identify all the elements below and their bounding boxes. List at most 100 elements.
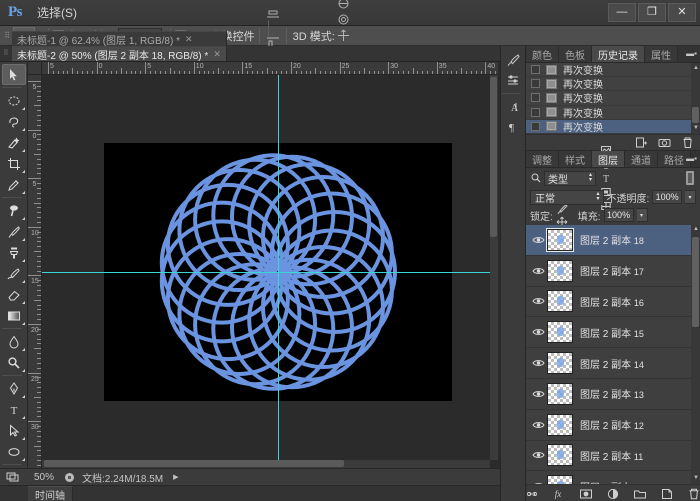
tool-flyout-triangle-icon[interactable]: [21, 170, 25, 173]
layer-filter-type-dropdown[interactable]: 类型 ▴ ▾: [544, 170, 596, 186]
document-tab-2[interactable]: 未标题-2 @ 50% (图层 2 副本 18, RGB/8) * ✕: [12, 46, 227, 62]
layer-name[interactable]: 图层 2 副本 18: [580, 232, 644, 247]
eraser-tool[interactable]: [2, 284, 26, 305]
layer-visibility-eye-icon[interactable]: [529, 266, 547, 276]
3d-orbit-icon[interactable]: [336, 0, 352, 12]
tool-flyout-triangle-icon[interactable]: [21, 128, 25, 131]
filter-power-icon[interactable]: [683, 171, 696, 185]
layer-visibility-eye-icon[interactable]: [529, 235, 547, 245]
opacity-slider-caret[interactable]: ▾: [685, 190, 696, 204]
status-info-icon[interactable]: [62, 472, 76, 483]
ellipse-tool[interactable]: [2, 441, 26, 462]
tool-flyout-triangle-icon[interactable]: [21, 437, 25, 440]
layer-name[interactable]: 图层 2 副本 12: [580, 417, 644, 432]
zoom-level-field[interactable]: 50%: [26, 472, 62, 483]
history-state-row[interactable]: 再次变换: [526, 91, 700, 106]
vertical-ruler[interactable]: 5 0 5 10 15 20 25 30: [28, 75, 42, 468]
tool-flyout-triangle-icon[interactable]: [21, 259, 25, 262]
tool-flyout-triangle-icon[interactable]: [21, 369, 25, 372]
eyedropper-tool[interactable]: [2, 174, 26, 195]
horizontal-ruler[interactable]: 5 0 5 10 15 20 25 30 35 40: [42, 62, 498, 75]
path-selection-tool[interactable]: [2, 420, 26, 441]
maximize-button[interactable]: ❐: [638, 3, 666, 22]
horizontal-scrollbar-thumb[interactable]: [44, 460, 344, 467]
layer-name[interactable]: 图层 2 副本 14: [580, 356, 644, 371]
layer-row[interactable]: 图层 2 副本 16: [526, 287, 700, 318]
layer-style-icon[interactable]: fx: [552, 487, 566, 501]
history-panel-menu[interactable]: ▬▪: [686, 49, 697, 58]
tab-历史记录[interactable]: 历史记录: [592, 46, 645, 62]
history-state-row[interactable]: 再次变换: [526, 63, 700, 78]
tool-flyout-triangle-icon[interactable]: [21, 238, 25, 241]
tab-strip-grip[interactable]: ⠿: [0, 45, 12, 61]
3d-roll-icon[interactable]: [336, 12, 352, 28]
history-state-row[interactable]: 再次变换: [526, 106, 700, 120]
new-layer-icon[interactable]: [660, 487, 674, 501]
layer-row[interactable]: 图层 2 副本 10: [526, 471, 700, 484]
pen-tool[interactable]: [2, 378, 26, 399]
lasso-tool[interactable]: [2, 111, 26, 132]
close-tab-icon[interactable]: ✕: [213, 49, 221, 60]
layer-thumbnail[interactable]: [547, 321, 573, 344]
3d-pan-icon[interactable]: [336, 28, 352, 44]
marquee-tool[interactable]: [2, 90, 26, 111]
history-scroll-down-icon[interactable]: ▼: [693, 125, 699, 131]
tab-图层[interactable]: 图层: [592, 151, 625, 167]
layer-visibility-eye-icon[interactable]: [529, 389, 547, 399]
layer-list[interactable]: 图层 2 副本 18 图层 2 副本 17 图层 2 副本 16 图层 2 副本 15…: [526, 225, 700, 484]
tab-通道[interactable]: 通道: [625, 151, 658, 167]
tab-样式[interactable]: 样式: [559, 151, 592, 167]
paragraph-panel-icon[interactable]: ¶: [502, 117, 524, 137]
tool-flyout-triangle-icon[interactable]: [21, 280, 25, 283]
layer-name[interactable]: 图层 2 副本 13: [580, 386, 644, 401]
layer-row[interactable]: 图层 2 副本 17: [526, 256, 700, 287]
horizontal-guide[interactable]: [42, 272, 498, 273]
history-source-checkbox[interactable]: [531, 107, 540, 117]
layer-thumbnail[interactable]: [547, 382, 573, 405]
minimize-button[interactable]: —: [608, 3, 636, 22]
character-panel-icon[interactable]: A: [502, 97, 524, 117]
layers-scroll-down-icon[interactable]: ▼: [693, 475, 699, 481]
blend-mode-dropdown[interactable]: 正常 ▴ ▾: [530, 189, 604, 205]
status-menu-arrow[interactable]: ▶: [163, 473, 178, 481]
clone-stamp-tool[interactable]: [2, 242, 26, 263]
fill-slider-caret[interactable]: ▾: [636, 208, 648, 222]
layer-visibility-eye-icon[interactable]: [529, 327, 547, 337]
layers-scrollbar[interactable]: [691, 225, 700, 484]
new-document-from-state-icon[interactable]: [635, 136, 648, 149]
brush-presets-icon[interactable]: [502, 70, 524, 90]
tool-flyout-triangle-icon[interactable]: [21, 395, 25, 398]
delete-layer-icon[interactable]: [687, 487, 700, 501]
gradient-tool[interactable]: [2, 305, 26, 326]
brush-panel-icon[interactable]: [502, 50, 524, 70]
vertical-scrollbar[interactable]: [490, 75, 498, 460]
history-state-row[interactable]: 再次变换: [526, 119, 700, 134]
layer-name[interactable]: 图层 2 副本 15: [580, 325, 644, 340]
new-fill-adjustment-icon[interactable]: [606, 487, 620, 501]
history-state-list[interactable]: 再次变换 再次变换 再次变换 再次变换 再次变换: [526, 63, 700, 134]
tool-flyout-triangle-icon[interactable]: [21, 149, 25, 152]
vertical-scrollbar-thumb[interactable]: [490, 77, 497, 237]
tool-flyout-triangle-icon[interactable]: [21, 322, 25, 325]
history-state-row[interactable]: 再次变换: [526, 77, 700, 92]
brush-tool[interactable]: [2, 221, 26, 242]
tool-flyout-triangle-icon[interactable]: [21, 348, 25, 351]
layer-row[interactable]: 图层 2 副本 11: [526, 441, 700, 472]
tab-颜色[interactable]: 颜色: [526, 46, 559, 62]
tool-flyout-triangle-icon[interactable]: [21, 301, 25, 304]
layer-name[interactable]: 图层 2 副本 11: [580, 448, 643, 463]
tab-属性[interactable]: 属性: [645, 46, 678, 62]
history-source-checkbox[interactable]: [531, 65, 540, 75]
menu-select[interactable]: 选择(S): [30, 3, 87, 23]
link-layers-icon[interactable]: [525, 487, 539, 501]
layer-thumbnail[interactable]: [547, 290, 573, 313]
history-brush-tool[interactable]: [2, 263, 26, 284]
dodge-tool[interactable]: [2, 352, 26, 373]
layer-visibility-eye-icon[interactable]: [529, 358, 547, 368]
tool-flyout-triangle-icon[interactable]: [21, 458, 25, 461]
close-button[interactable]: ✕: [668, 3, 696, 22]
layer-name[interactable]: 图层 2 副本 16: [580, 294, 644, 309]
quick-selection-tool[interactable]: [2, 132, 26, 153]
layer-thumbnail[interactable]: [547, 352, 573, 375]
move-tool[interactable]: [1, 64, 26, 85]
